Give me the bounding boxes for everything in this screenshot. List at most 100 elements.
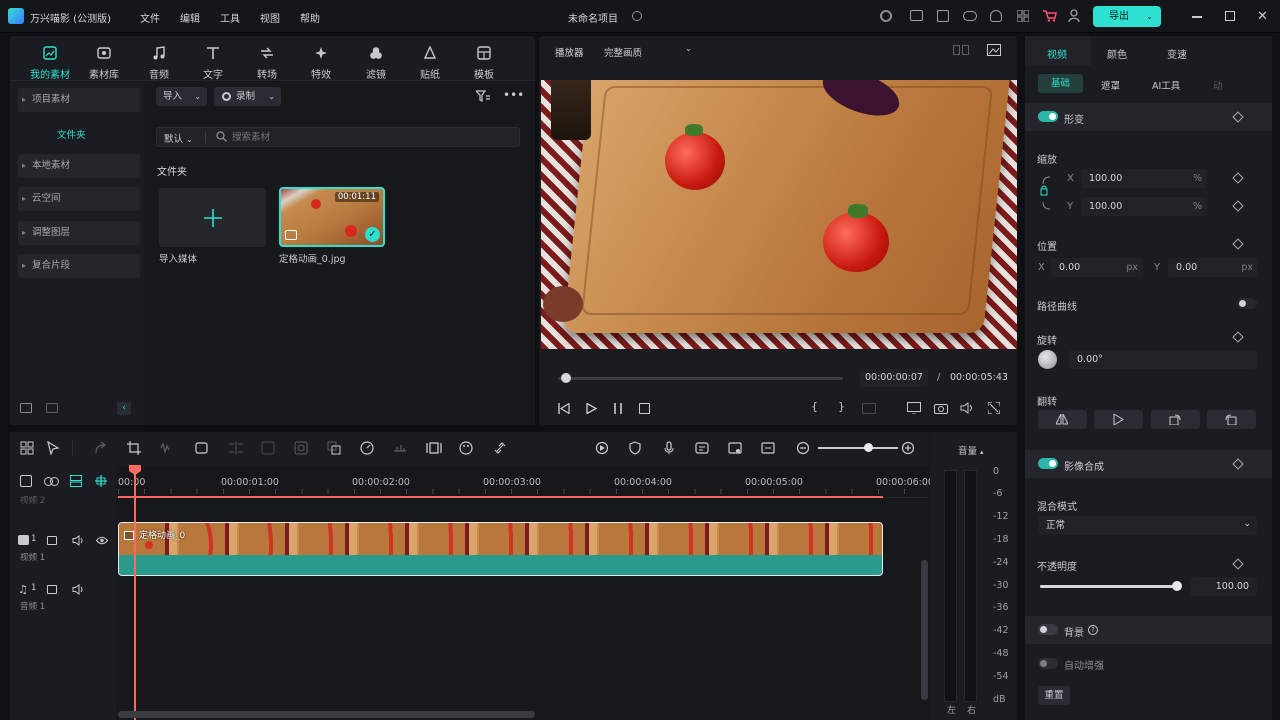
record-icon[interactable] [880,10,892,22]
layout-grid-icon[interactable] [20,441,36,455]
import-dropdown[interactable]: 导入 ⌄ [156,87,207,106]
display-settings-icon[interactable] [907,402,921,414]
tab-video[interactable]: 视频 [1047,46,1067,61]
opacity-field[interactable]: 100.00 [1190,577,1257,596]
freeze-frame-icon[interactable] [426,441,442,455]
more-options-icon[interactable]: ••• [503,88,524,102]
tab-text[interactable]: 文字 [189,38,237,81]
pause-icon[interactable] [612,403,624,414]
sort-dropdown[interactable]: 默认 ⌄ [164,131,193,145]
lock-ratio-icon[interactable] [1040,176,1054,210]
subtitle-icon[interactable] [761,441,777,455]
grid-icon[interactable] [1017,10,1029,22]
lock-track-icon[interactable] [47,585,57,594]
meter-title[interactable]: 音量 ▴ [958,443,984,457]
folder-icon[interactable] [46,403,58,413]
playhead-line[interactable] [134,472,136,720]
scale-y-field[interactable]: 100.00% [1081,197,1207,216]
sidebar-item-compound-clip[interactable]: 复合片段 [18,254,140,278]
media-thumbnail[interactable]: 00:01:11 ✓ [279,187,385,247]
collapse-sidebar-button[interactable]: ‹ [117,402,131,415]
render-icon[interactable] [595,441,611,455]
mark-out-icon[interactable]: } [838,400,845,413]
stop-icon[interactable] [639,403,650,414]
subtab-animation[interactable]: 动 [1213,78,1223,92]
mute-track-icon[interactable] [72,584,84,595]
rotation-field[interactable]: 0.00° [1069,350,1257,369]
menu-view[interactable]: 视图 [260,10,280,25]
quality-dropdown[interactable]: 完整画质 ⌄ [604,44,692,59]
mark-in-icon[interactable]: { [811,400,818,413]
horizontal-scrollbar[interactable] [118,711,535,718]
compositing-toggle[interactable] [1038,458,1058,469]
snapshot-image-icon[interactable] [987,44,1001,56]
flip-vertical-button[interactable] [1094,410,1143,429]
shield-icon[interactable] [628,441,644,455]
tab-stock-media[interactable]: 素材库 [80,38,128,81]
cart-icon[interactable] [1043,10,1057,22]
subtab-mask[interactable]: 遮罩 [1101,78,1120,92]
compare-icon[interactable] [953,45,969,55]
mask-icon[interactable] [294,441,310,455]
reset-button[interactable]: 重置 [1038,686,1070,705]
video-preview[interactable] [541,80,1017,349]
track-list-icon[interactable] [70,475,82,487]
export-button[interactable]: 导出 ⌄ [1093,6,1161,27]
rotation-dial[interactable] [1038,350,1057,369]
sidebar-item-folder[interactable]: 文件夹 [57,127,86,141]
close-icon[interactable]: ✕ [1257,9,1268,24]
play-icon[interactable] [585,403,597,414]
audio-mix-icon[interactable] [393,441,409,455]
position-y-field[interactable]: 0.00 px [1168,258,1258,277]
help-icon[interactable]: ? [1088,625,1098,635]
save-icon[interactable] [937,10,949,22]
microphone-icon[interactable] [662,441,678,455]
lock-track-icon[interactable] [47,536,57,545]
menu-edit[interactable]: 编辑 [180,10,200,25]
sidebar-item-local[interactable]: 本地素材 [18,154,140,178]
background-toggle[interactable] [1038,624,1058,635]
search-input[interactable] [232,129,512,145]
sidebar-item-cloud[interactable]: 云空间 [18,187,140,211]
tab-transitions[interactable]: 转场 [243,38,291,81]
audio-stretch-icon[interactable] [160,441,176,455]
menu-tools[interactable]: 工具 [220,10,240,25]
position-x-field[interactable]: 0.00 px [1051,258,1143,277]
filter-list-icon[interactable] [476,90,490,102]
opacity-slider-track[interactable] [1040,585,1178,588]
video-clip[interactable]: 定格动画_0 [118,522,883,576]
tab-templates[interactable]: 模板 [460,38,508,81]
maximize-icon[interactable] [1225,11,1235,21]
new-folder-icon[interactable] [20,403,32,413]
color-palette-icon[interactable] [459,441,475,455]
user-icon[interactable] [1068,9,1080,22]
scrubber-handle[interactable] [561,373,571,383]
tab-filters[interactable]: 滤镜 [352,38,400,81]
mute-track-icon[interactable] [72,535,84,546]
link-icon[interactable] [44,477,59,486]
voiceover-icon[interactable] [695,441,711,455]
scrubber-track[interactable] [558,377,843,380]
blend-mode-select[interactable]: 正常 ⌄ [1038,516,1257,535]
volume-icon[interactable] [960,402,974,414]
cloud-icon[interactable] [963,11,977,21]
transform-toggle[interactable] [1038,111,1058,122]
import-media-tile[interactable] [159,188,266,247]
speed-icon[interactable] [360,441,376,455]
tab-my-media[interactable]: 我的素材 [26,38,74,81]
ai-portrait-icon[interactable] [327,441,343,455]
sidebar-item-project-media[interactable]: 项目素材 [18,88,140,112]
add-track-icon[interactable] [20,475,32,487]
shape-icon[interactable] [195,441,211,455]
subtab-basic[interactable]: 基础 [1038,74,1083,93]
snap-icon[interactable] [95,475,107,487]
zoom-out-icon[interactable] [796,441,812,455]
tab-stickers[interactable]: 贴纸 [406,38,454,81]
rotate-right-button[interactable] [1151,410,1200,429]
split-icon[interactable] [228,441,244,455]
zoom-in-icon[interactable] [901,441,917,455]
tab-effects[interactable]: 特效 [297,38,345,81]
support-icon[interactable] [990,10,1002,22]
tab-color[interactable]: 颜色 [1107,46,1127,61]
sidebar-item-adjustment-layer[interactable]: 调整图层 [18,221,140,245]
